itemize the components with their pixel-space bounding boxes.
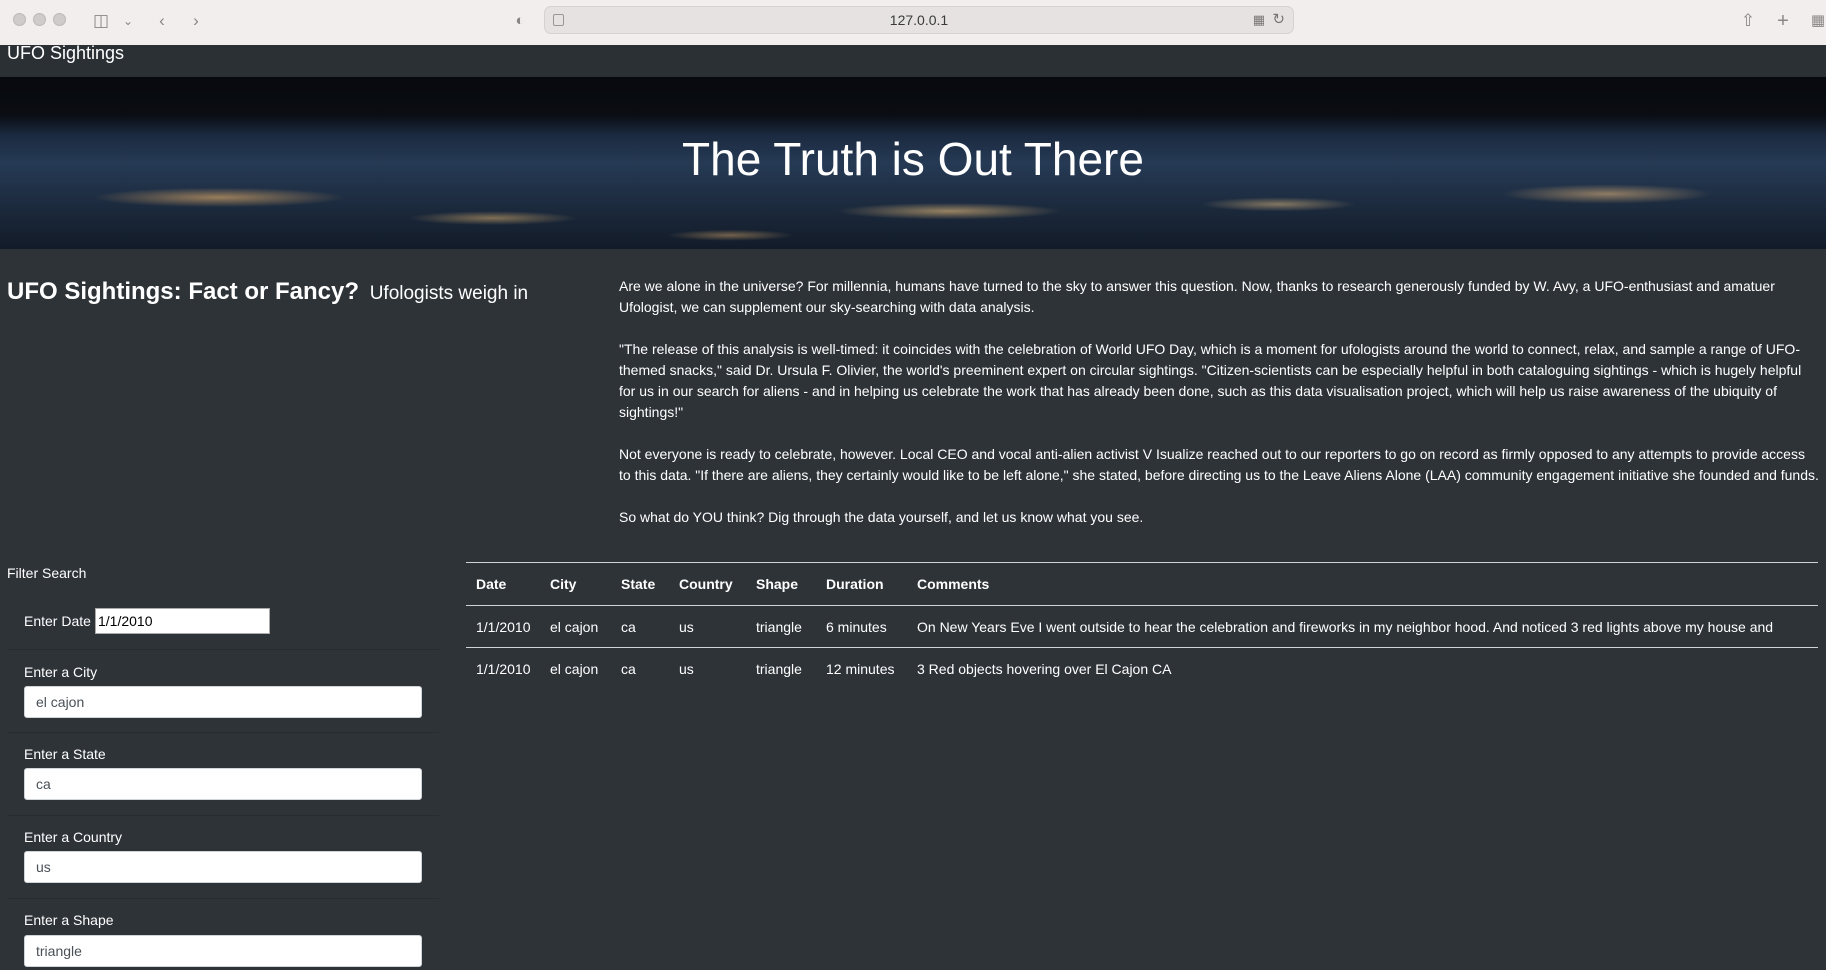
- table-row: 1/1/2010 el cajon ca us triangle 12 minu…: [466, 648, 1818, 690]
- zoom-window-dot[interactable]: [53, 13, 66, 26]
- article-paragraph: "The release of this analysis is well-ti…: [619, 341, 1802, 420]
- cell-city: el cajon: [540, 605, 611, 648]
- sidebar-toggle-icon[interactable]: ◫: [89, 9, 113, 33]
- country-label: Enter a Country: [24, 829, 123, 845]
- cell-city: el cajon: [550, 660, 599, 677]
- filter-item-city: Enter a City: [7, 650, 439, 733]
- headline-main: UFO Sightings: Fact or Fancy?: [7, 278, 360, 305]
- column-header-state: State: [611, 562, 669, 606]
- column-header-city: City: [540, 562, 611, 606]
- chevron-down-icon[interactable]: ⌄: [116, 9, 140, 33]
- date-input[interactable]: [95, 608, 270, 634]
- column-header-country: Country: [669, 562, 746, 606]
- navbar-brand-link[interactable]: UFO Sightings: [7, 44, 124, 62]
- new-tab-plus-icon[interactable]: +: [1771, 9, 1795, 33]
- cell-country: us: [679, 660, 694, 677]
- table-header-row: Date City State Country Shape Duration C…: [466, 562, 1818, 606]
- country-input[interactable]: [24, 851, 422, 883]
- shape-input[interactable]: [24, 935, 422, 967]
- translate-icon[interactable]: ▦: [1253, 12, 1265, 28]
- city-input[interactable]: [24, 686, 422, 718]
- ufo-table-container: Date City State Country Shape Duration C…: [466, 562, 1818, 970]
- url-text: 127.0.0.1: [889, 12, 949, 28]
- city-label: Enter a City: [24, 664, 98, 680]
- cell-comments: 3 Red objects hovering over El Cajon CA: [917, 660, 1172, 677]
- address-bar[interactable]: 127.0.0.1 ▦ ↻: [544, 6, 1294, 34]
- date-label: Enter Date: [24, 613, 91, 629]
- close-window-dot[interactable]: [13, 13, 26, 26]
- ufo-table: Date City State Country Shape Duration C…: [466, 562, 1818, 689]
- cell-state: ca: [621, 660, 636, 677]
- column-header-comments: Comments: [907, 562, 1818, 606]
- filter-item-shape: Enter a Shape: [7, 899, 439, 970]
- cell-duration: 12 minutes: [826, 660, 895, 677]
- share-icon[interactable]: ⇧: [1736, 9, 1760, 33]
- article-paragraph: Are we alone in the universe? For millen…: [619, 278, 1775, 315]
- state-input[interactable]: [24, 768, 422, 800]
- column-header-shape: Shape: [746, 562, 816, 606]
- filter-item-country: Enter a Country: [7, 816, 439, 899]
- cell-state: ca: [611, 605, 669, 648]
- cell-comments: On New Years Eve I went outside to hear …: [907, 605, 1818, 648]
- cell-shape: triangle: [746, 605, 816, 648]
- filter-search-title: Filter Search: [7, 565, 87, 581]
- cell-shape: triangle: [756, 660, 802, 677]
- cell-country: us: [669, 605, 746, 648]
- browser-toolbar: ◫ ⌄ ‹ › ◐ 127.0.0.1 ▦ ↻ ⇧ + ▦: [0, 0, 1826, 46]
- hero-title: The Truth is Out There: [682, 133, 1144, 185]
- state-label: Enter a State: [24, 746, 106, 762]
- table-row: 1/1/2010 el cajon ca us triangle 6 minut…: [466, 605, 1818, 648]
- reload-icon[interactable]: ↻: [1272, 10, 1285, 28]
- filter-item-date: Enter Date: [7, 598, 439, 650]
- cell-date: 1/1/2010: [466, 605, 540, 648]
- column-header-duration: Duration: [816, 562, 907, 606]
- hero-banner: The Truth is Out There: [0, 77, 1826, 249]
- filter-panel: Enter Date Enter a City Enter a State En…: [7, 598, 439, 970]
- article-paragraph: So what do YOU think? Dig through the da…: [619, 509, 1144, 525]
- navbar: UFO Sightings: [0, 44, 1826, 78]
- cell-duration: 6 minutes: [816, 605, 907, 648]
- shield-icon[interactable]: ◐: [508, 9, 532, 33]
- article-headline: UFO Sightings: Fact or Fancy? Ufologists…: [7, 278, 528, 306]
- article-paragraph: Not everyone is ready to celebrate, howe…: [619, 446, 1819, 483]
- filter-item-state: Enter a State: [7, 733, 439, 816]
- forward-arrow-icon[interactable]: ›: [184, 9, 208, 33]
- tab-overview-icon[interactable]: ▦: [1806, 9, 1826, 33]
- cell-date: 1/1/2010: [476, 660, 531, 677]
- back-arrow-icon[interactable]: ‹: [150, 9, 174, 33]
- minimize-window-dot[interactable]: [33, 13, 46, 26]
- column-header-date: Date: [466, 562, 540, 606]
- shape-label: Enter a Shape: [24, 912, 114, 928]
- article-body: Are we alone in the universe? For millen…: [619, 276, 1819, 549]
- headline-subtitle: Ufologists weigh in: [369, 283, 529, 304]
